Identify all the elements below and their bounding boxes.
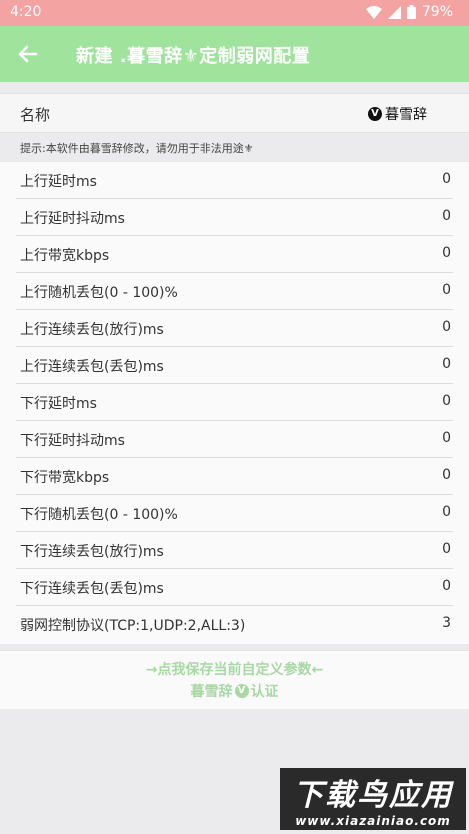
- setting-row-uplink-burst-pass[interactable]: 上行连续丢包(放行)ms 0: [0, 310, 469, 347]
- status-bar: 4:20 79%: [0, 0, 469, 26]
- setting-row-uplink-random-loss[interactable]: 上行随机丢包(0 - 100)% 0: [0, 273, 469, 310]
- name-row[interactable]: 名称 V 暮雪辞: [0, 93, 469, 133]
- setting-label: 上行连续丢包(丢包)ms: [20, 359, 164, 375]
- setting-label: 下行延时ms: [20, 396, 97, 412]
- setting-value: 3: [442, 615, 451, 631]
- watermark-url: www.xiazainiao.com: [295, 814, 451, 828]
- battery-icon: [406, 5, 416, 19]
- setting-value: 0: [442, 393, 451, 409]
- setting-label: 上行带宽kbps: [20, 248, 110, 264]
- back-button[interactable]: [14, 40, 42, 68]
- setting-label: 下行连续丢包(丢包)ms: [20, 581, 164, 597]
- name-label: 名称: [20, 106, 51, 124]
- hint-text: 提示:本软件由暮雪辞修改，请勿用于非法用途⚜: [20, 142, 254, 155]
- setting-row-downlink-random-loss[interactable]: 下行随机丢包(0 - 100)% 0: [0, 495, 469, 532]
- setting-label: 下行延时抖动ms: [20, 433, 125, 449]
- setting-label: 上行连续丢包(放行)ms: [20, 322, 164, 338]
- name-value: V 暮雪辞: [368, 104, 427, 124]
- setting-row-downlink-jitter[interactable]: 下行延时抖动ms 0: [0, 421, 469, 458]
- setting-value: 0: [442, 356, 451, 372]
- setting-row-uplink-bandwidth[interactable]: 上行带宽kbps 0: [0, 236, 469, 273]
- setting-label: 弱网控制协议(TCP:1,UDP:2,ALL:3): [20, 618, 246, 634]
- setting-label: 上行延时抖动ms: [20, 211, 125, 227]
- verified-badge-icon: V: [234, 684, 249, 698]
- setting-label: 下行带宽kbps: [20, 470, 110, 486]
- setting-row-uplink-delay[interactable]: 上行延时ms 0: [0, 162, 469, 199]
- setting-label: 上行随机丢包(0 - 100)%: [20, 285, 178, 301]
- verified-badge-icon: V: [368, 107, 382, 121]
- setting-value: 0: [442, 245, 451, 261]
- setting-value: 0: [442, 430, 451, 446]
- setting-value: 0: [442, 208, 451, 224]
- setting-value: 0: [442, 541, 451, 557]
- verify-prefix: 暮雪辞: [190, 684, 233, 700]
- setting-value: 0: [442, 282, 451, 298]
- signal-icon: [387, 5, 401, 19]
- setting-row-downlink-delay[interactable]: 下行延时ms 0: [0, 384, 469, 421]
- setting-row-downlink-burst-pass[interactable]: 下行连续丢包(放行)ms 0: [0, 532, 469, 569]
- setting-row-downlink-bandwidth[interactable]: 下行带宽kbps 0: [0, 458, 469, 495]
- status-time: 4:20: [10, 4, 42, 20]
- watermark-title: 下载鸟应用: [293, 778, 453, 813]
- setting-value: 0: [442, 467, 451, 483]
- setting-row-downlink-burst-drop[interactable]: 下行连续丢包(丢包)ms 0: [0, 569, 469, 606]
- save-button[interactable]: →点我保存当前自定义参数←: [0, 659, 469, 679]
- setting-value: 0: [442, 578, 451, 594]
- setting-label: 上行延时ms: [20, 174, 97, 190]
- setting-value: 0: [442, 504, 451, 520]
- save-area: →点我保存当前自定义参数← 暮雪辞 V 认证: [0, 650, 469, 709]
- settings-list: 上行延时ms 0 上行延时抖动ms 0 上行带宽kbps 0 上行随机丢包(0 …: [0, 162, 469, 644]
- setting-label: 下行随机丢包(0 - 100)%: [20, 507, 178, 523]
- setting-row-uplink-jitter[interactable]: 上行延时抖动ms 0: [0, 199, 469, 236]
- name-value-text: 暮雪辞: [385, 107, 427, 123]
- app-bar: 新建 .暮雪辞⚜定制弱网配置: [0, 26, 469, 82]
- arrow-left-icon: [18, 45, 38, 63]
- setting-value: 0: [442, 171, 451, 187]
- setting-label: 下行连续丢包(放行)ms: [20, 544, 164, 560]
- battery-percent: 79%: [421, 4, 453, 20]
- setting-value: 0: [442, 319, 451, 335]
- setting-row-uplink-burst-drop[interactable]: 上行连续丢包(丢包)ms 0: [0, 347, 469, 384]
- watermark-logo: 下载鸟应用 www.xiazainiao.com: [280, 768, 466, 830]
- page-title: 新建 .暮雪辞⚜定制弱网配置: [76, 46, 311, 67]
- verify-suffix: 认证: [250, 684, 279, 700]
- verify-link[interactable]: 暮雪辞 V 认证: [0, 681, 469, 701]
- setting-row-protocol[interactable]: 弱网控制协议(TCP:1,UDP:2,ALL:3) 3: [0, 606, 469, 643]
- status-icons: 79%: [365, 4, 453, 20]
- wifi-icon: [365, 5, 382, 19]
